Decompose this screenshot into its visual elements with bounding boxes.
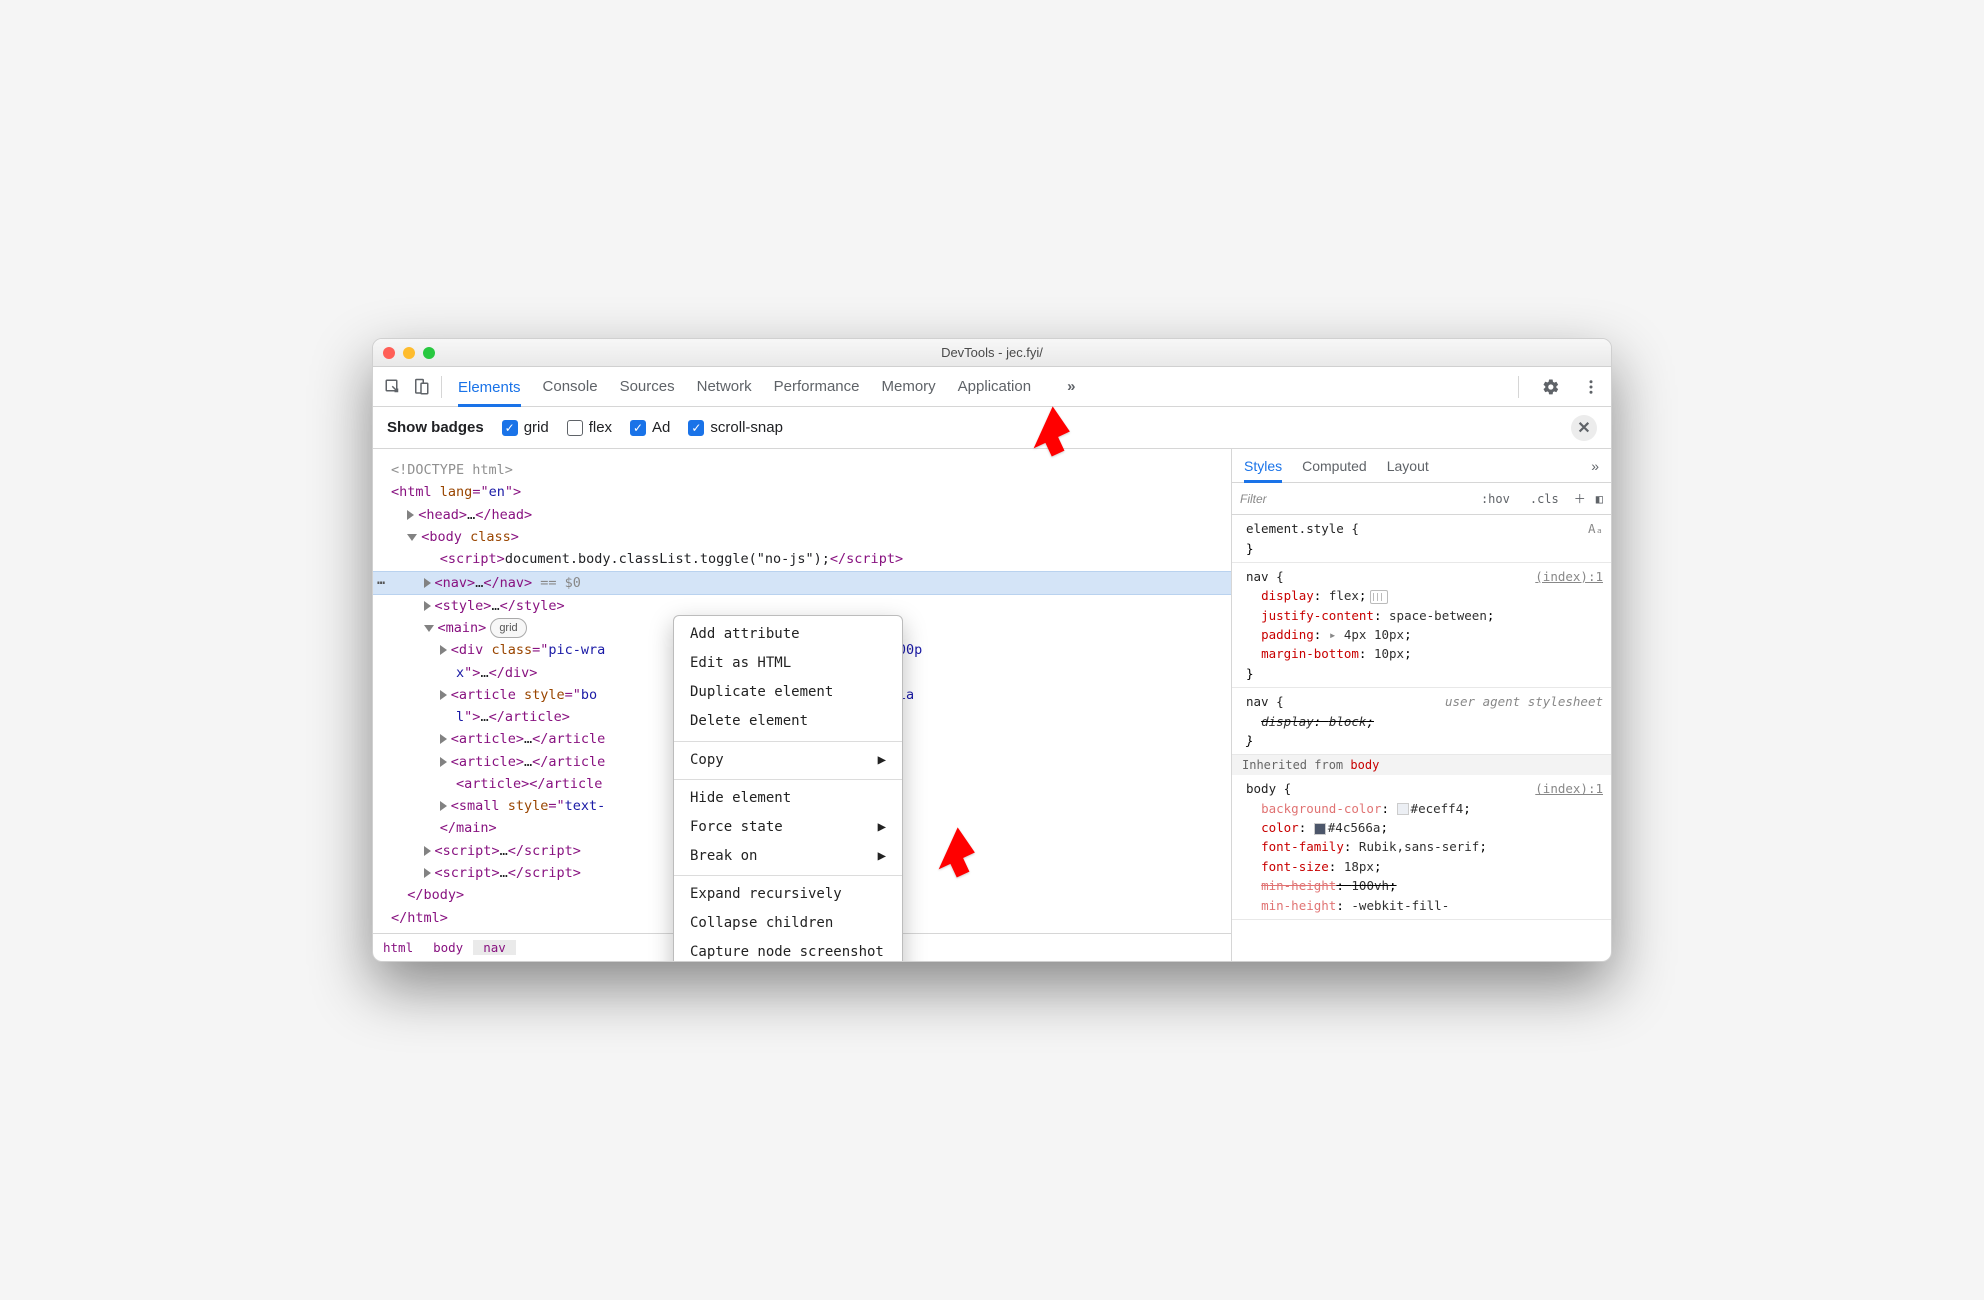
kebab-menu-icon[interactable] bbox=[1577, 373, 1605, 401]
checkbox-icon bbox=[688, 420, 704, 436]
annotation-arrow-icon bbox=[918, 824, 978, 889]
separator bbox=[674, 875, 902, 876]
hov-toggle[interactable]: :hov bbox=[1476, 490, 1515, 508]
ctx-hide-element[interactable]: Hide element bbox=[674, 784, 902, 813]
ctx-duplicate-element[interactable]: Duplicate element bbox=[674, 678, 902, 707]
main-content: <!DOCTYPE html> <html lang="en"> <head>…… bbox=[373, 449, 1611, 961]
show-badges-label: Show badges bbox=[387, 419, 484, 436]
tab-elements[interactable]: Elements bbox=[458, 368, 521, 407]
style-node[interactable]: <style>…</style> bbox=[391, 595, 1231, 617]
color-swatch-icon[interactable] bbox=[1314, 823, 1326, 835]
annotation-arrow-icon bbox=[1013, 403, 1073, 468]
ctx-add-attribute[interactable]: Add attribute bbox=[674, 620, 902, 649]
tab-memory[interactable]: Memory bbox=[882, 367, 936, 406]
doctype-node: <!DOCTYPE html> bbox=[391, 462, 513, 478]
tab-application[interactable]: Application bbox=[958, 367, 1031, 406]
styles-tab-styles[interactable]: Styles bbox=[1244, 450, 1282, 483]
tab-sources[interactable]: Sources bbox=[620, 367, 675, 406]
titlebar: DevTools - jec.fyi/ bbox=[373, 339, 1611, 367]
nav-node-selected[interactable]: <nav>…</nav> == $0 bbox=[373, 571, 1231, 595]
styles-tab-computed[interactable]: Computed bbox=[1302, 458, 1367, 474]
ctx-capture-screenshot[interactable]: Capture node screenshot bbox=[674, 938, 902, 962]
toggle-sidebar-icon[interactable]: ◧ bbox=[1596, 492, 1603, 506]
element-style-rule[interactable]: element.style {Aₐ } bbox=[1232, 515, 1611, 563]
checkbox-icon bbox=[630, 420, 646, 436]
checkbox-icon bbox=[502, 420, 518, 436]
ua-label: user agent stylesheet bbox=[1445, 692, 1603, 711]
head-node[interactable]: <head>…</head> bbox=[391, 504, 1231, 526]
ctx-force-state[interactable]: Force state▶ bbox=[674, 813, 902, 842]
flex-editor-icon[interactable] bbox=[1370, 590, 1388, 604]
badge-grid-checkbox[interactable]: grid bbox=[502, 419, 549, 436]
tab-network[interactable]: Network bbox=[697, 367, 752, 406]
inherited-from-bar: Inherited from body bbox=[1232, 755, 1611, 775]
styles-tabs-more: » bbox=[1591, 458, 1599, 474]
ctx-edit-as-html[interactable]: Edit as HTML bbox=[674, 649, 902, 678]
tab-performance[interactable]: Performance bbox=[774, 367, 860, 406]
context-menu: Add attribute Edit as HTML Duplicate ele… bbox=[673, 615, 903, 962]
styles-tab-layout[interactable]: Layout bbox=[1387, 458, 1429, 474]
body-rule[interactable]: body {(index):1 background-color: #eceff… bbox=[1232, 775, 1611, 920]
nav-rule[interactable]: nav {(index):1 display: flex; justify-co… bbox=[1232, 563, 1611, 688]
top-toolbar: Elements Console Sources Network Perform… bbox=[373, 367, 1611, 407]
filter-input[interactable]: Filter bbox=[1240, 492, 1466, 506]
elements-panel: <!DOCTYPE html> <html lang="en"> <head>…… bbox=[373, 449, 1231, 961]
crumb-body[interactable]: body bbox=[423, 940, 473, 955]
cls-toggle[interactable]: .cls bbox=[1525, 490, 1564, 508]
badge-flex-checkbox[interactable]: flex bbox=[567, 419, 612, 436]
nav-ua-rule[interactable]: nav {user agent stylesheet display: bloc… bbox=[1232, 688, 1611, 755]
ctx-copy[interactable]: Copy▶ bbox=[674, 746, 902, 775]
panel-tabs: Elements Console Sources Network Perform… bbox=[458, 367, 1075, 406]
separator bbox=[674, 741, 902, 742]
toolbar-right bbox=[1512, 373, 1605, 401]
ctx-expand-recursively[interactable]: Expand recursively bbox=[674, 880, 902, 909]
ctx-delete-element[interactable]: Delete element bbox=[674, 707, 902, 736]
ctx-break-on[interactable]: Break on▶ bbox=[674, 842, 902, 871]
window-title: DevTools - jec.fyi/ bbox=[383, 345, 1601, 360]
font-icon: Aₐ bbox=[1588, 519, 1603, 538]
device-toggle-icon[interactable] bbox=[407, 373, 435, 401]
inspect-element-icon[interactable] bbox=[379, 373, 407, 401]
separator bbox=[441, 376, 442, 398]
submenu-arrow-icon: ▶ bbox=[878, 845, 886, 868]
close-badge-bar-button[interactable]: ✕ bbox=[1571, 415, 1597, 441]
styles-filter-row: Filter :hov .cls ＋ ◧ bbox=[1232, 483, 1611, 515]
more-tabs-icon[interactable]: » bbox=[1067, 378, 1075, 395]
badge-settings-bar: Show badges grid flex Ad scroll-snap ✕ bbox=[373, 407, 1611, 449]
separator bbox=[1518, 376, 1519, 398]
source-link[interactable]: (index):1 bbox=[1535, 567, 1603, 586]
badge-scroll-snap-checkbox[interactable]: scroll-snap bbox=[688, 419, 783, 436]
crumb-nav[interactable]: nav bbox=[473, 940, 516, 955]
submenu-arrow-icon: ▶ bbox=[878, 816, 886, 839]
new-style-rule-icon[interactable]: ＋ bbox=[1574, 490, 1586, 507]
dom-tree[interactable]: <!DOCTYPE html> <html lang="en"> <head>…… bbox=[373, 449, 1231, 933]
zoom-window-button[interactable] bbox=[423, 347, 435, 359]
color-swatch-icon[interactable] bbox=[1397, 803, 1409, 815]
styles-tabs: Styles Computed Layout » bbox=[1232, 449, 1611, 483]
body-node[interactable]: <body class> bbox=[391, 526, 1231, 548]
submenu-arrow-icon: ▶ bbox=[878, 749, 886, 772]
html-node[interactable]: <html lang="en"> bbox=[391, 481, 1231, 503]
styles-panel: Styles Computed Layout » Filter :hov .cl… bbox=[1231, 449, 1611, 961]
ctx-collapse-children[interactable]: Collapse children bbox=[674, 909, 902, 938]
close-window-button[interactable] bbox=[383, 347, 395, 359]
script-inline-node[interactable]: <script>document.body.classList.toggle("… bbox=[391, 548, 1231, 570]
devtools-window: DevTools - jec.fyi/ Elements Console Sou… bbox=[372, 338, 1612, 962]
crumb-html[interactable]: html bbox=[373, 940, 423, 955]
tab-console[interactable]: Console bbox=[543, 367, 598, 406]
more-tabs-icon[interactable]: » bbox=[1591, 458, 1599, 474]
source-link[interactable]: (index):1 bbox=[1535, 779, 1603, 798]
grid-badge[interactable]: grid bbox=[490, 618, 526, 638]
window-controls bbox=[383, 347, 435, 359]
settings-gear-icon[interactable] bbox=[1537, 373, 1565, 401]
checkbox-icon bbox=[567, 420, 583, 436]
minimize-window-button[interactable] bbox=[403, 347, 415, 359]
badge-ad-checkbox[interactable]: Ad bbox=[630, 419, 670, 436]
separator bbox=[674, 779, 902, 780]
